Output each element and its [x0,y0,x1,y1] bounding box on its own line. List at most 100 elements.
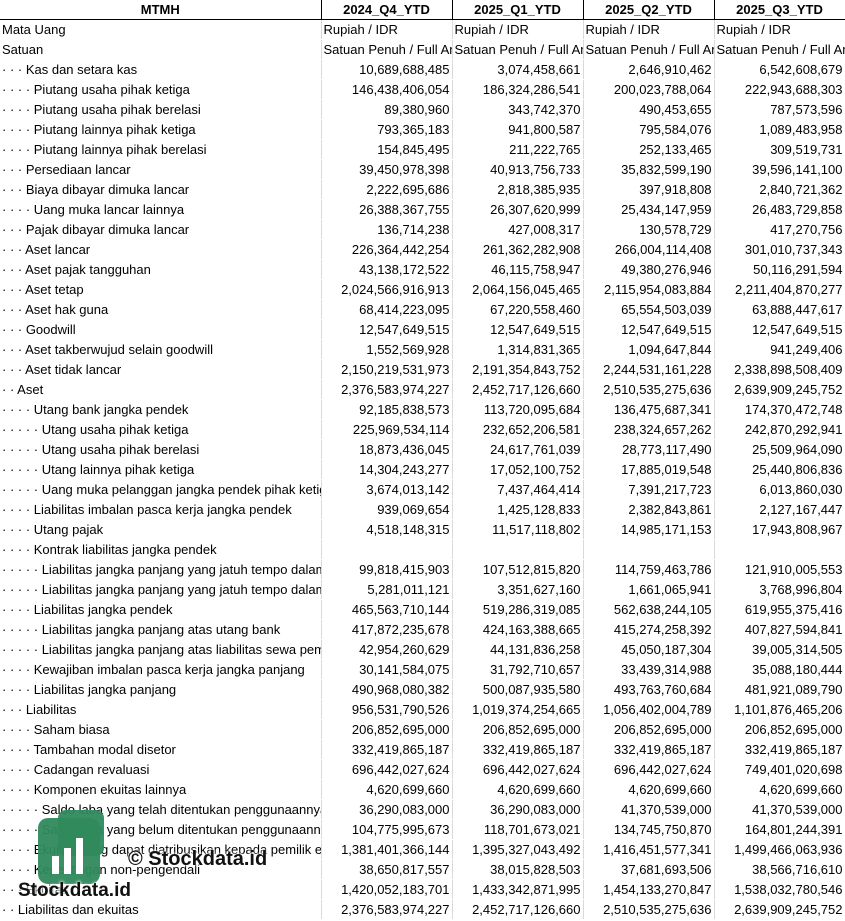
value-cell[interactable]: 2,646,910,462 [583,59,715,80]
value-cell[interactable]: 490,453,655 [583,99,715,120]
value-cell[interactable]: 1,381,401,366,144 [321,839,453,860]
value-cell[interactable]: 6,013,860,030 [714,479,845,500]
row-label-cell[interactable]: · · · · Kepentingan non-pengendali [0,859,322,880]
value-cell[interactable]: 4,620,699,660 [321,779,453,800]
value-cell[interactable]: 2,115,954,083,884 [583,279,715,300]
row-label-cell[interactable]: · · · · Ekuitas yang dapat diatribusikan… [0,839,322,860]
meta-value-cell[interactable]: Satuan Penuh / Full Amount [452,39,584,60]
row-label-cell[interactable]: · · · · Uang muka lancar lainnya [0,199,322,220]
value-cell[interactable]: 7,391,217,723 [583,479,715,500]
value-cell[interactable]: 2,510,535,275,636 [583,379,715,400]
value-cell[interactable]: 301,010,737,343 [714,239,845,260]
value-cell[interactable]: 35,832,599,190 [583,159,715,180]
value-cell[interactable]: 1,425,128,833 [452,499,584,520]
value-cell[interactable]: 397,918,808 [583,179,715,200]
value-cell[interactable]: 2,376,583,974,227 [321,379,453,400]
value-cell[interactable] [321,539,453,560]
row-label-cell[interactable]: · · · · Liabilitas jangka panjang [0,679,322,700]
value-cell[interactable]: 1,538,032,780,546 [714,879,845,900]
value-cell[interactable]: 309,519,731 [714,139,845,160]
value-cell[interactable]: 2,376,583,974,227 [321,899,453,920]
row-label-cell[interactable]: · · · · Piutang lainnya pihak berelasi [0,139,322,160]
value-cell[interactable]: 206,852,695,000 [452,719,584,740]
row-label-cell[interactable]: Mata Uang [0,19,322,40]
value-cell[interactable]: 2,452,717,126,660 [452,899,584,920]
row-label-cell[interactable]: · · · · Kewajiban imbalan pasca kerja ja… [0,659,322,680]
value-cell[interactable]: 14,304,243,277 [321,459,453,480]
value-cell[interactable]: 17,052,100,752 [452,459,584,480]
value-cell[interactable]: 14,985,171,153 [583,519,715,540]
value-cell[interactable]: 696,442,027,624 [452,759,584,780]
value-cell[interactable]: 41,370,539,000 [583,799,715,820]
row-label-cell[interactable]: · · · · · Utang lainnya pihak ketiga [0,459,322,480]
value-cell[interactable]: 67,220,558,460 [452,299,584,320]
value-cell[interactable]: 68,414,223,095 [321,299,453,320]
value-cell[interactable]: 562,638,244,105 [583,599,715,620]
value-cell[interactable]: 242,870,292,941 [714,419,845,440]
value-cell[interactable]: 519,286,319,085 [452,599,584,620]
value-cell[interactable]: 10,689,688,485 [321,59,453,80]
value-cell[interactable]: 1,433,342,871,995 [452,879,584,900]
meta-value-cell[interactable]: Rupiah / IDR [714,19,845,40]
value-cell[interactable]: 2,639,909,245,752 [714,379,845,400]
value-cell[interactable]: 28,773,117,490 [583,439,715,460]
row-label-cell[interactable]: · · · Biaya dibayar dimuka lancar [0,179,322,200]
value-cell[interactable]: 99,818,415,903 [321,559,453,580]
value-cell[interactable]: 43,138,172,522 [321,259,453,280]
value-cell[interactable]: 3,674,013,142 [321,479,453,500]
meta-value-cell[interactable]: Rupiah / IDR [452,19,584,40]
value-cell[interactable]: 134,745,750,870 [583,819,715,840]
value-cell[interactable]: 12,547,649,515 [452,319,584,340]
value-cell[interactable]: 696,442,027,624 [321,759,453,780]
row-label-cell[interactable]: · · · · · Utang usaha pihak berelasi [0,439,322,460]
value-cell[interactable]: 3,768,996,804 [714,579,845,600]
row-label-cell[interactable]: · · · · · Liabilitas jangka panjang yang… [0,559,322,580]
value-cell[interactable]: 4,620,699,660 [714,779,845,800]
value-cell[interactable]: 26,483,729,858 [714,199,845,220]
value-cell[interactable]: 2,818,385,935 [452,179,584,200]
value-cell[interactable]: 200,023,788,064 [583,79,715,100]
value-cell[interactable]: 26,388,367,755 [321,199,453,220]
value-cell[interactable]: 174,370,472,748 [714,399,845,420]
row-label-cell[interactable]: · · · · Komponen ekuitas lainnya [0,779,322,800]
value-cell[interactable]: 36,290,083,000 [321,799,453,820]
value-cell[interactable]: 38,015,828,503 [452,859,584,880]
row-label-cell[interactable]: · · · Aset takberwujud selain goodwill [0,339,322,360]
value-cell[interactable]: 1,056,402,004,789 [583,699,715,720]
value-cell[interactable]: 12,547,649,515 [583,319,715,340]
row-label-cell[interactable]: · · · · · Utang usaha pihak ketiga [0,419,322,440]
value-cell[interactable]: 50,116,291,594 [714,259,845,280]
value-cell[interactable]: 2,191,354,843,752 [452,359,584,380]
row-label-cell[interactable]: · · · · Cadangan revaluasi [0,759,322,780]
value-cell[interactable]: 33,439,314,988 [583,659,715,680]
value-cell[interactable]: 146,438,406,054 [321,79,453,100]
value-cell[interactable]: 118,701,673,021 [452,819,584,840]
value-cell[interactable]: 1,094,647,844 [583,339,715,360]
value-cell[interactable]: 1,089,483,958 [714,119,845,140]
row-label-cell[interactable]: · · · Aset lancar [0,239,322,260]
row-label-cell[interactable]: · · Aset [0,379,322,400]
value-cell[interactable]: 3,074,458,661 [452,59,584,80]
value-cell[interactable]: 2,510,535,275,636 [583,899,715,920]
value-cell[interactable]: 332,419,865,187 [452,739,584,760]
value-cell[interactable]: 2,024,566,916,913 [321,279,453,300]
value-cell[interactable]: 696,442,027,624 [583,759,715,780]
value-cell[interactable]: 114,759,463,786 [583,559,715,580]
value-cell[interactable]: 2,127,167,447 [714,499,845,520]
value-cell[interactable]: 186,324,286,541 [452,79,584,100]
value-cell[interactable]: 2,222,695,686 [321,179,453,200]
value-cell[interactable]: 11,517,118,802 [452,519,584,540]
value-cell[interactable]: 261,362,282,908 [452,239,584,260]
value-cell[interactable]: 415,274,258,392 [583,619,715,640]
value-cell[interactable]: 121,910,005,553 [714,559,845,580]
value-cell[interactable]: 619,955,375,416 [714,599,845,620]
value-cell[interactable]: 63,888,447,617 [714,299,845,320]
row-label-cell[interactable]: · · · · · Liabilitas jangka panjang yang… [0,579,322,600]
value-cell[interactable]: 206,852,695,000 [321,719,453,740]
value-cell[interactable] [714,539,845,560]
value-cell[interactable]: 206,852,695,000 [714,719,845,740]
meta-value-cell[interactable]: Satuan Penuh / Full Amount [714,39,845,60]
value-cell[interactable]: 941,800,587 [452,119,584,140]
value-cell[interactable]: 17,885,019,548 [583,459,715,480]
value-cell[interactable]: 17,943,808,967 [714,519,845,540]
